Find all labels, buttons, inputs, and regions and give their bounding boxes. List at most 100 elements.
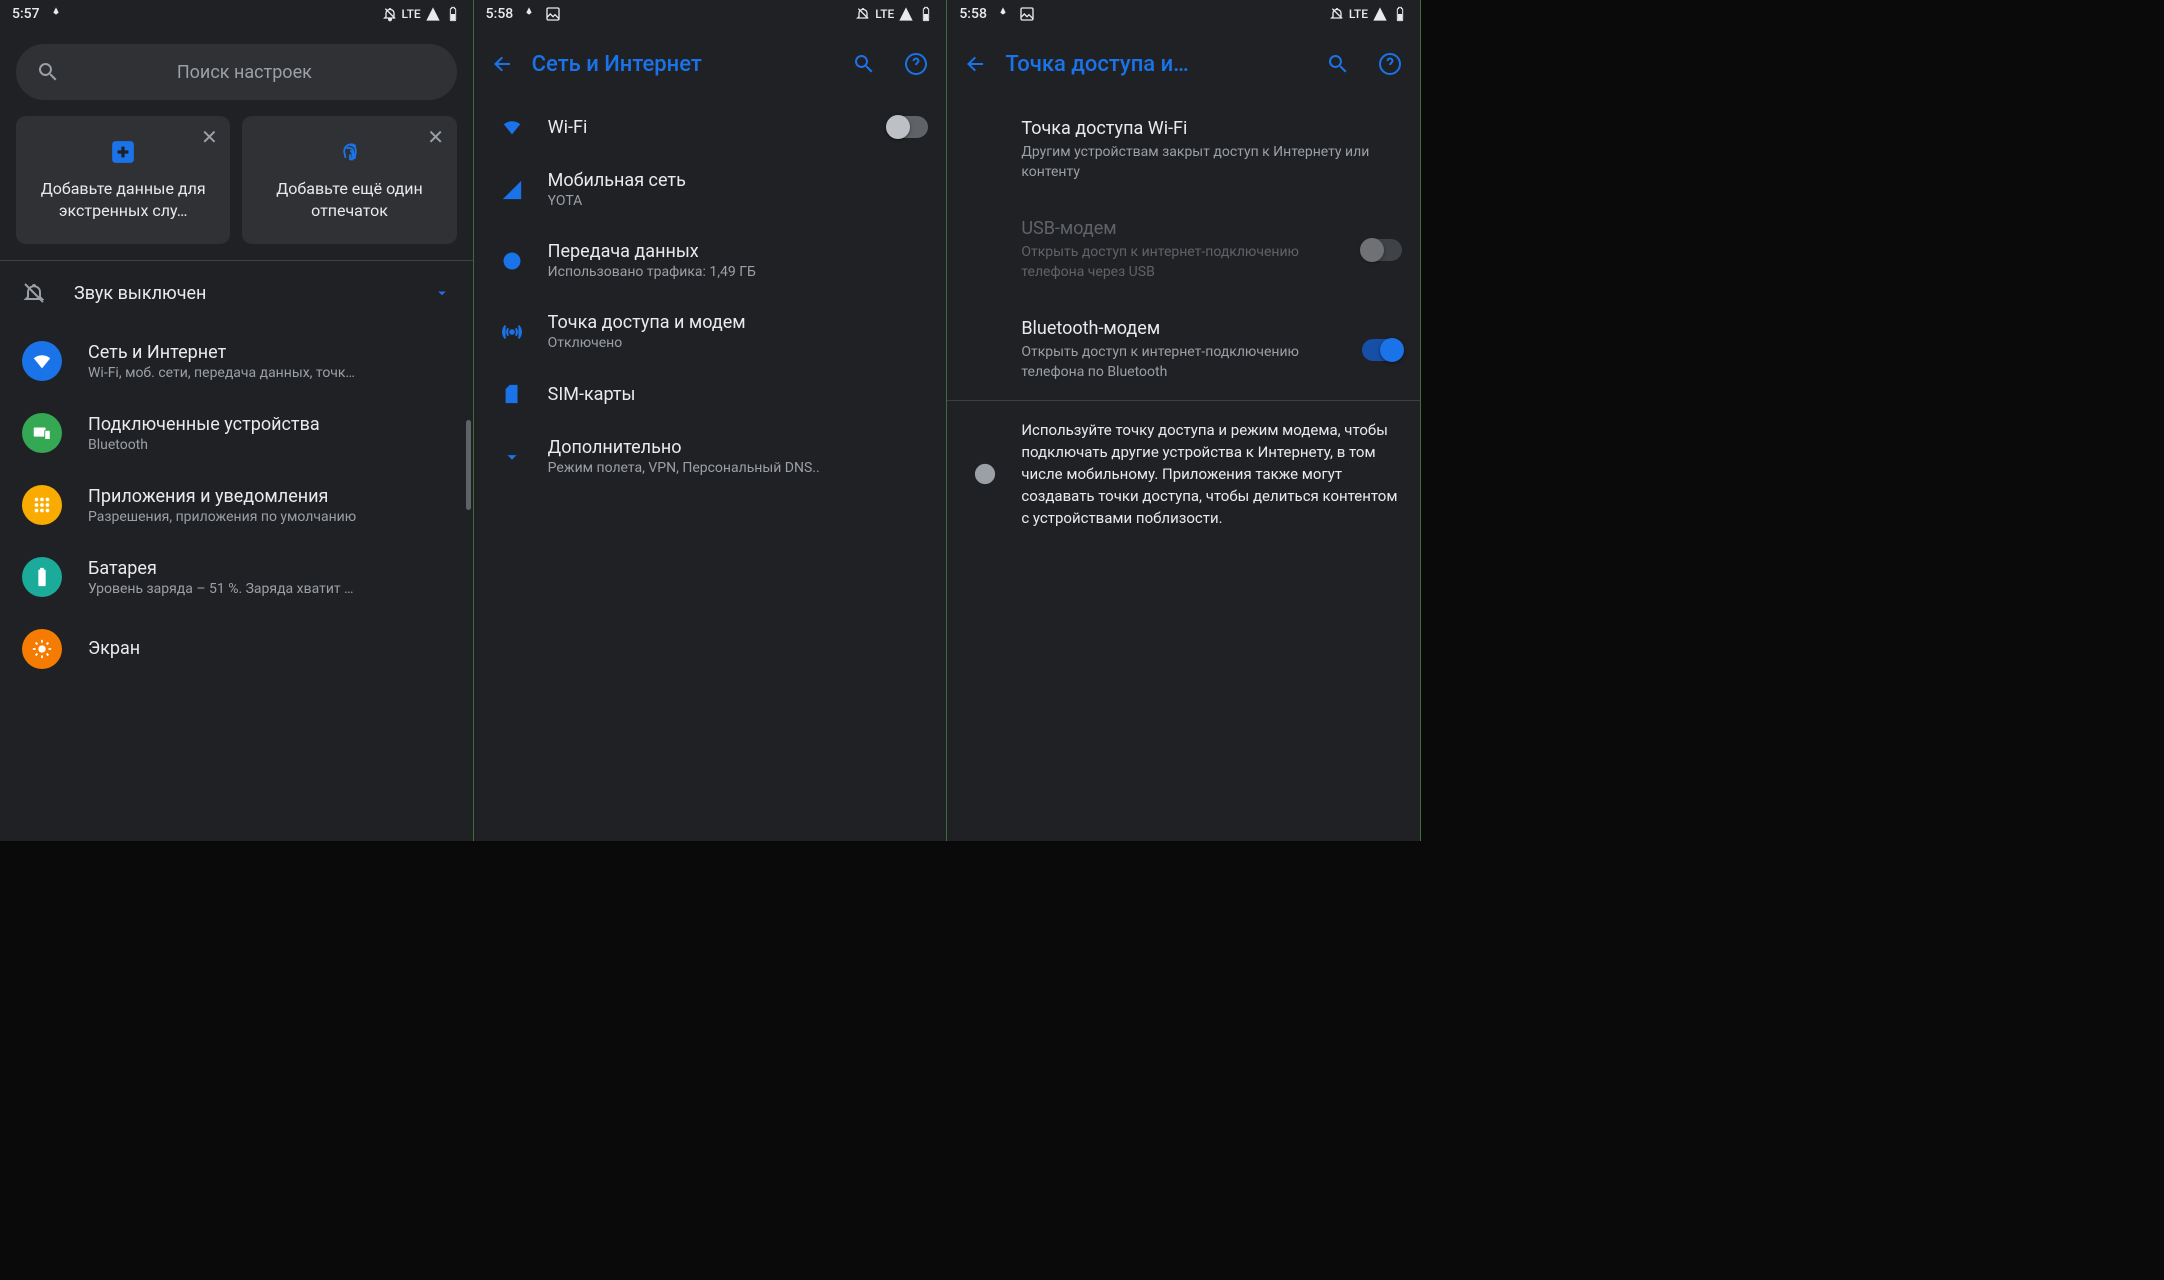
sound-muted-row[interactable]: Звук выключен — [0, 261, 473, 325]
mute-icon — [382, 6, 398, 22]
item-sub: Разрешения, приложения по умолчанию — [88, 509, 451, 525]
item-sub: Wi-Fi, моб. сети, передача данных, точк… — [88, 365, 451, 381]
status-bar: 5:58 LTE — [947, 0, 1420, 28]
screen-hotspot-tethering: 5:58 LTE Точка доступа и… Точка доступа … — [947, 0, 1421, 841]
settings-list: Сеть и Интернет Wi-Fi, моб. сети, переда… — [0, 325, 473, 669]
info-footer: Используйте точку доступа и режим модема… — [947, 401, 1420, 547]
item-title: Точка доступа Wi-Fi — [1021, 118, 1394, 139]
signal-icon — [898, 6, 914, 22]
tethering-list: Точка доступа Wi-Fi Другим устройствам з… — [947, 100, 1420, 400]
app-indicator-icon — [48, 6, 64, 22]
item-title: SIM-карты — [548, 384, 929, 405]
item-sub: Использовано трафика: 1,49 ГБ — [548, 264, 929, 280]
item-data-usage[interactable]: Передача данных Использовано трафика: 1,… — [474, 225, 947, 296]
chevron-down-icon — [433, 284, 451, 302]
back-button[interactable] — [480, 42, 524, 86]
item-hotspot-tethering[interactable]: Точка доступа и модем Отключено — [474, 296, 947, 367]
image-icon — [545, 6, 561, 22]
spacer — [961, 118, 1009, 120]
app-indicator-icon — [521, 6, 537, 22]
item-title: Дополнительно — [548, 437, 929, 458]
status-bar: 5:58 LTE — [474, 0, 947, 28]
devices-icon — [22, 413, 62, 453]
app-bar: Сеть и Интернет — [474, 28, 947, 100]
search-button[interactable] — [842, 42, 886, 86]
battery-icon — [22, 557, 62, 597]
help-button[interactable] — [894, 42, 938, 86]
card-title: Добавьте данные для экстренных слу… — [30, 178, 216, 222]
battery-icon — [1392, 6, 1408, 22]
suggestion-cards: ✕ Добавьте данные для экстренных слу… ✕ … — [0, 100, 473, 260]
item-sim-cards[interactable]: SIM-карты — [474, 367, 947, 421]
search-button[interactable] — [1316, 42, 1360, 86]
item-title: Подключенные устройства — [88, 414, 451, 435]
wifi-toggle[interactable] — [888, 116, 928, 138]
item-bluetooth-tethering[interactable]: Bluetooth-модем Открыть доступ к интерне… — [947, 300, 1420, 400]
search-bar[interactable]: Поиск настроек — [16, 44, 457, 100]
spacer — [961, 318, 1009, 320]
app-indicator-icon — [995, 6, 1011, 22]
item-connected-devices[interactable]: Подключенные устройства Bluetooth — [0, 397, 473, 469]
item-sub: Другим устройствам закрыт доступ к Интер… — [1021, 142, 1394, 182]
item-title: USB-модем — [1021, 218, 1342, 239]
item-title: Передача данных — [548, 241, 929, 262]
item-title: Батарея — [88, 558, 451, 579]
card-emergency-info[interactable]: ✕ Добавьте данные для экстренных слу… — [16, 116, 230, 244]
scrollbar[interactable] — [466, 420, 471, 510]
item-title: Bluetooth-модем — [1021, 318, 1342, 339]
data-usage-icon — [488, 250, 536, 272]
item-wifi-hotspot[interactable]: Точка доступа Wi-Fi Другим устройствам з… — [947, 100, 1420, 200]
item-battery[interactable]: Батарея Уровень заряда – 51 %. Заряда хв… — [0, 541, 473, 613]
back-button[interactable] — [953, 42, 997, 86]
bluetooth-toggle[interactable] — [1362, 339, 1402, 361]
hotspot-icon — [488, 321, 536, 343]
close-icon[interactable]: ✕ — [423, 124, 449, 150]
status-time: 5:58 — [959, 6, 987, 22]
wifi-icon — [488, 116, 536, 138]
card-title: Добавьте ещё один отпечаток — [256, 178, 442, 222]
item-sub: Открыть доступ к интернет-подключению те… — [1021, 242, 1342, 282]
signal-icon — [488, 179, 536, 201]
app-bar: Точка доступа и… — [947, 28, 1420, 100]
item-mobile-network[interactable]: Мобильная сеть YOTA — [474, 154, 947, 225]
item-title: Точка доступа и модем — [548, 312, 929, 333]
screen-settings-main: 5:57 LTE Поиск настроек ✕ Добавьте данны… — [0, 0, 474, 841]
status-bar: 5:57 LTE — [0, 0, 473, 28]
card-add-fingerprint[interactable]: ✕ Добавьте ещё один отпечаток — [242, 116, 456, 244]
item-display[interactable]: Экран — [0, 613, 473, 669]
item-sub: Уровень заряда – 51 %. Заряда хватит … — [88, 581, 451, 597]
help-button[interactable] — [1368, 42, 1412, 86]
item-advanced[interactable]: Дополнительно Режим полета, VPN, Персона… — [474, 421, 947, 492]
item-sub: Режим полета, VPN, Персональный DNS.. — [548, 460, 929, 476]
brightness-icon — [22, 629, 62, 669]
search-placeholder: Поиск настроек — [80, 62, 437, 83]
page-title: Точка доступа и… — [1005, 52, 1308, 77]
status-time: 5:58 — [486, 6, 514, 22]
apps-icon — [22, 485, 62, 525]
status-network: LTE — [402, 7, 421, 21]
chevron-down-icon — [488, 446, 536, 468]
item-title: Wi-Fi — [548, 117, 877, 138]
wifi-icon — [22, 341, 62, 381]
network-list: Wi-Fi Мобильная сеть YOTA Передача данны… — [474, 100, 947, 492]
plus-icon — [109, 138, 137, 166]
spacer — [961, 218, 1009, 220]
mute-icon — [855, 6, 871, 22]
battery-icon — [918, 6, 934, 22]
mute-label: Звук выключен — [74, 283, 405, 304]
status-time: 5:57 — [12, 6, 40, 22]
item-title: Экран — [88, 638, 451, 659]
signal-icon — [425, 6, 441, 22]
item-sub: YOTA — [548, 193, 929, 209]
bell-off-icon — [22, 281, 46, 305]
status-network: LTE — [875, 7, 894, 21]
battery-icon — [445, 6, 461, 22]
item-title: Мобильная сеть — [548, 170, 929, 191]
item-wifi[interactable]: Wi-Fi — [474, 100, 947, 154]
close-icon[interactable]: ✕ — [196, 124, 222, 150]
item-title: Сеть и Интернет — [88, 342, 451, 363]
item-apps-notifications[interactable]: Приложения и уведомления Разрешения, при… — [0, 469, 473, 541]
item-sub: Bluetooth — [88, 437, 451, 453]
item-network-internet[interactable]: Сеть и Интернет Wi-Fi, моб. сети, переда… — [0, 325, 473, 397]
sim-icon — [488, 383, 536, 405]
